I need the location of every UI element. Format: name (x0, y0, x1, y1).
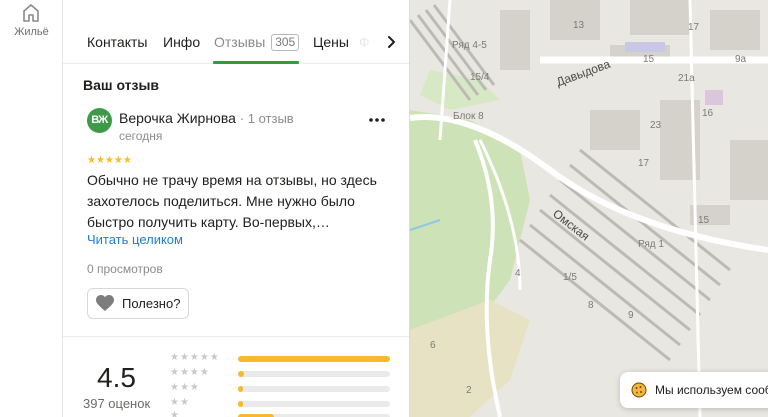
map-label: 16 (702, 108, 714, 119)
rating-distribution-row: ★★★★★ (170, 352, 400, 366)
rail-item-housing-label: Жильё (14, 26, 49, 38)
distribution-fill (238, 356, 390, 362)
cookie-notice-text: Мы используем сообщ (655, 383, 768, 397)
map-label: 15 (698, 215, 710, 226)
distribution-fill (238, 371, 245, 377)
distribution-track (238, 401, 390, 407)
distribution-stars: ★★ (170, 397, 190, 408)
review-author-name[interactable]: Верочка Жирнова (119, 110, 236, 126)
house-icon (23, 4, 39, 22)
distribution-fill (238, 386, 243, 392)
map-label: 9 (628, 310, 634, 321)
your-review-title: Ваш отзыв (83, 77, 160, 93)
map-label: 1/5 (563, 272, 577, 283)
map-label: Блок 8 (453, 111, 484, 122)
distribution-stars: ★★★★ (170, 367, 210, 378)
chevron-right-icon[interactable] (383, 32, 401, 52)
tab-prices-label: Цены (313, 34, 349, 50)
distribution-stars: ★★★ (170, 382, 200, 393)
tab-reviews-label: Отзывы (214, 34, 266, 50)
map-label: 17 (638, 158, 650, 169)
cookie-icon (631, 382, 647, 398)
rating-value: 4.5 (97, 362, 136, 393)
heart-icon (96, 295, 114, 311)
tab-fade (353, 34, 375, 54)
useful-button-label: Полезно? (122, 296, 181, 311)
tab-info-label: Инфо (163, 34, 201, 50)
review-author-meta: · 1 отзыв (239, 111, 294, 126)
map-label: 2 (466, 385, 472, 396)
review-text: Обычно не трачу время на отзывы, но здес… (87, 172, 377, 230)
map-label: 21а (678, 73, 695, 84)
tab-reviews[interactable]: Отзывы 305 (214, 34, 300, 52)
distribution-track (238, 386, 390, 392)
map-label: 6 (430, 340, 436, 351)
active-tab-underline (213, 61, 299, 64)
rating-distribution-row: ★★★★ (170, 367, 400, 381)
tab-bar: Контакты Инфо Отзывы 305 Цены Ф (63, 0, 409, 64)
left-rail: Жильё (0, 0, 63, 417)
rating-distribution-row: ★★ (170, 397, 400, 411)
map-label: 9а (735, 54, 747, 65)
tab-info[interactable]: Инфо (163, 34, 200, 50)
map-label: 13 (573, 20, 585, 31)
more-dots-icon[interactable] (363, 113, 391, 127)
review-date: сегодня (119, 129, 163, 143)
distribution-stars: ★★★★★ (170, 352, 220, 363)
map-label: Ряд 4-5 (452, 40, 487, 51)
distribution-track (238, 356, 390, 362)
review-author[interactable]: Верочка Жирнова · 1 отзыв (119, 110, 294, 126)
map-label: 17 (688, 22, 700, 33)
map-label: 15/4 (470, 72, 490, 83)
review-rating-stars: ★★★★★ (87, 155, 132, 166)
map-label: Ряд 1 (638, 239, 664, 250)
tab-prices[interactable]: Цены (313, 34, 349, 50)
reviews-count-badge: 305 (271, 34, 300, 51)
cookie-notice[interactable]: Мы используем сообщ (620, 372, 768, 408)
map-view[interactable]: Давыдова Омская Ряд 4-5 15/4 Блок 8 Ряд … (410, 0, 768, 417)
review-views: 0 просмотров (87, 262, 163, 276)
distribution-track (238, 371, 390, 377)
map-label: 23 (650, 120, 662, 131)
rating-distribution-row: ★ (170, 410, 400, 417)
business-panel: Контакты Инфо Отзывы 305 Цены Ф Ваш отзы… (63, 0, 410, 417)
tab-contacts[interactable]: Контакты (87, 34, 147, 50)
divider (63, 336, 409, 337)
rail-item-housing[interactable]: Жильё (0, 0, 63, 60)
distribution-stars: ★ (170, 410, 180, 417)
map-label: 4 (515, 268, 521, 279)
map-label: 8 (588, 300, 594, 311)
rating-count: 397 оценок (83, 396, 151, 411)
map-label: 15 (643, 54, 655, 65)
useful-button[interactable]: Полезно? (87, 288, 189, 319)
tab-contacts-label: Контакты (87, 34, 148, 50)
avatar[interactable]: ВЖ (87, 108, 112, 133)
read-more-link[interactable]: Читать целиком (87, 232, 183, 247)
distribution-fill (238, 401, 243, 407)
rating-distribution-row: ★★★ (170, 382, 400, 396)
